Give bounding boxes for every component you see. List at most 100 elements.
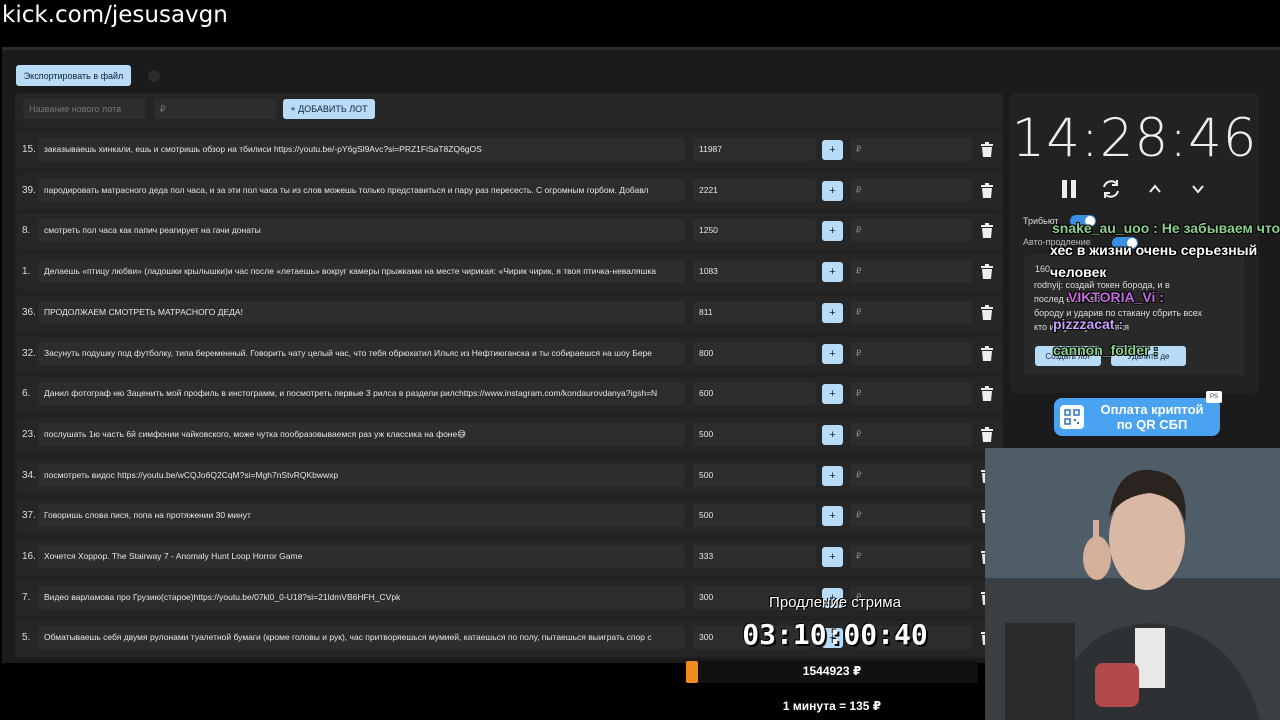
extension-rate: 1 минута = 135 ₽	[782, 699, 882, 713]
payment-badge: PS	[1206, 391, 1222, 403]
lot-price-input[interactable]: ₽	[850, 300, 972, 324]
payment-line-1: Оплата криптой	[1100, 402, 1204, 417]
lot-add-amount-button[interactable]: +	[822, 140, 843, 160]
trash-icon[interactable]	[980, 264, 994, 280]
lot-price-input[interactable]: ₽	[850, 504, 972, 528]
lot-row: 37. Говоришь слова пися, попа на протяжен…	[17, 499, 1002, 535]
lot-row: 39. пародировать матрасного деда пол часа…	[17, 173, 1002, 209]
chevron-up-icon[interactable]	[1144, 178, 1166, 200]
lot-amount-input[interactable]: 800	[693, 341, 816, 365]
lot-name-input[interactable]: Данил фотограф ню Заценить мой профиль в…	[38, 382, 685, 406]
lot-number: 15.	[22, 144, 36, 155]
lot-number: 39.	[22, 184, 36, 196]
lot-amount-input[interactable]: 11987	[693, 138, 816, 161]
qr-icon	[1060, 405, 1084, 429]
lot-amount-input[interactable]: 811	[693, 300, 816, 324]
trash-icon[interactable]	[980, 426, 994, 443]
chat-username: VIKTORIA_Vi :	[1068, 289, 1164, 305]
lot-amount-input[interactable]: 600	[693, 382, 816, 406]
lot-price-input[interactable]: ₽	[850, 422, 972, 446]
lot-name-input[interactable]: ПРОДОЛЖАЕМ СМОТРЕТЬ МАТРАСНОГО ДЕДА!	[38, 300, 685, 324]
browser-url-bar: kick.com/jesusavgn	[0, 0, 1280, 46]
lot-name-input[interactable]: послушать 1ю часть 6й симфонии чайковско…	[38, 422, 685, 446]
reset-icon[interactable]	[1100, 178, 1122, 200]
lot-row: 32. Засунуть подушку под футболку, типа б…	[17, 336, 1002, 372]
lot-number: 16.	[22, 551, 36, 562]
lot-row: 16. Хочется Хоррор. The Stairway 7 - Anom…	[17, 540, 1002, 575]
lot-number: 37.	[22, 510, 36, 522]
lot-price-input[interactable]: ₽	[850, 382, 972, 406]
payment-line-2: по QR СБП	[1116, 417, 1188, 432]
lot-number: 1.	[22, 266, 31, 278]
trash-icon[interactable]	[980, 304, 994, 321]
lot-amount-input[interactable]: 1250	[693, 219, 816, 243]
lot-name-input[interactable]: заказываешь хинкали, ешь и смотришь обзо…	[38, 138, 685, 161]
chat-message: человек	[1050, 264, 1107, 280]
lot-name-input[interactable]: Засунуть подушку под футболку, типа бере…	[38, 341, 685, 365]
extension-title: Продление стрима	[769, 594, 901, 611]
lot-add-amount-button[interactable]: +	[822, 506, 843, 527]
extension-clock: 03:10:00:40	[742, 618, 928, 651]
lot-amount-input[interactable]: 500	[693, 504, 816, 528]
lot-number: 7.	[22, 591, 31, 603]
chevron-down-icon[interactable]	[1187, 178, 1209, 200]
lot-add-amount-button[interactable]: +	[822, 302, 843, 323]
pause-icon[interactable]	[1058, 178, 1080, 200]
lot-row: 15. заказываешь хинкали, ешь и смотришь о…	[17, 133, 1002, 168]
trash-icon[interactable]	[980, 142, 994, 158]
extension-total: 1544923 ₽	[802, 664, 862, 678]
chat-message: snake_au_uoo : Не забываем что	[1052, 220, 1280, 236]
payment-text: Оплата криптой по QR СБП	[1092, 402, 1212, 432]
timer-clock: 14:28:46	[1011, 108, 1258, 169]
export-button[interactable]: Экспортировать в файл	[16, 65, 131, 86]
lot-amount-input[interactable]: 500	[693, 463, 816, 487]
lot-number: 32.	[22, 347, 36, 359]
lot-add-amount-button[interactable]: +	[822, 547, 843, 567]
lot-row: 36. ПРОДОЛЖАЕМ СМОТРЕТЬ МАТРАСНОГО ДЕДА! 8…	[17, 295, 1002, 331]
lot-name-input[interactable]: Делаешь «птицу любви» (ладошки крылышки)…	[38, 260, 685, 284]
lot-name-input[interactable]: Обматываешь себя двумя рулонами туалетно…	[38, 626, 685, 650]
trash-icon[interactable]	[980, 386, 994, 402]
lot-amount-input[interactable]: 1083	[693, 260, 816, 284]
browser-url: kick.com/jesusavgn	[2, 2, 228, 28]
new-lot-price-input[interactable]	[154, 99, 276, 119]
lot-name-input[interactable]: Хочется Хоррор. The Stairway 7 - Anomaly…	[38, 545, 685, 568]
lot-price-input[interactable]: ₽	[850, 341, 972, 365]
lot-add-amount-button[interactable]: +	[822, 180, 843, 201]
lot-price-input[interactable]: ₽	[850, 260, 972, 284]
trash-icon[interactable]	[980, 223, 994, 239]
theme-toggle[interactable]	[148, 70, 160, 82]
lot-name-input[interactable]: Говоришь слова пися, попа на протяжении …	[38, 504, 685, 528]
lot-price-input[interactable]: ₽	[850, 178, 972, 202]
lot-add-amount-button[interactable]: +	[822, 424, 843, 445]
lot-add-amount-button[interactable]: +	[822, 262, 843, 283]
trash-icon[interactable]	[980, 345, 994, 362]
lot-name-input[interactable]: смотреть пол часа как папич реагирует на…	[38, 219, 685, 243]
lot-name-input[interactable]: посмотреть видос https://youtu.be/wCQJo6…	[38, 463, 685, 487]
webcam-overlay	[985, 448, 1280, 720]
lot-number: 34.	[22, 469, 36, 481]
lot-amount-input[interactable]: 500	[693, 422, 816, 446]
add-lot-button[interactable]: + ДОБАВИТЬ ЛОТ	[283, 99, 375, 119]
lot-number: 23.	[22, 428, 36, 440]
trash-icon[interactable]	[980, 182, 994, 199]
lot-add-amount-button[interactable]: +	[822, 343, 843, 364]
payment-widget[interactable]: Оплата криптой по QR СБП	[1054, 398, 1220, 436]
lot-price-input[interactable]: ₽	[850, 545, 972, 568]
lot-add-amount-button[interactable]: +	[822, 221, 843, 242]
token-count: 160	[1035, 264, 1051, 274]
lot-add-amount-button[interactable]: +	[822, 384, 843, 405]
lot-price-input[interactable]: ₽	[850, 219, 972, 243]
lot-add-amount-button[interactable]: +	[822, 465, 843, 486]
lot-number: 6.	[22, 388, 31, 400]
lot-price-input[interactable]: ₽	[850, 138, 972, 161]
lot-number: 5.	[22, 632, 31, 644]
streamer-webcam	[985, 448, 1280, 720]
lot-name-input[interactable]: Видео варламова про Грузию(старое)https:…	[38, 585, 685, 609]
lot-price-input[interactable]: ₽	[850, 463, 972, 487]
lot-amount-input[interactable]: 333	[693, 545, 816, 568]
lot-amount-input[interactable]: 2221	[693, 178, 816, 202]
new-lot-name-input[interactable]	[23, 99, 146, 119]
lot-name-input[interactable]: пародировать матрасного деда пол часа, и…	[38, 178, 685, 202]
lot-row: 23. послушать 1ю часть 6й симфонии чайков…	[17, 417, 1002, 453]
